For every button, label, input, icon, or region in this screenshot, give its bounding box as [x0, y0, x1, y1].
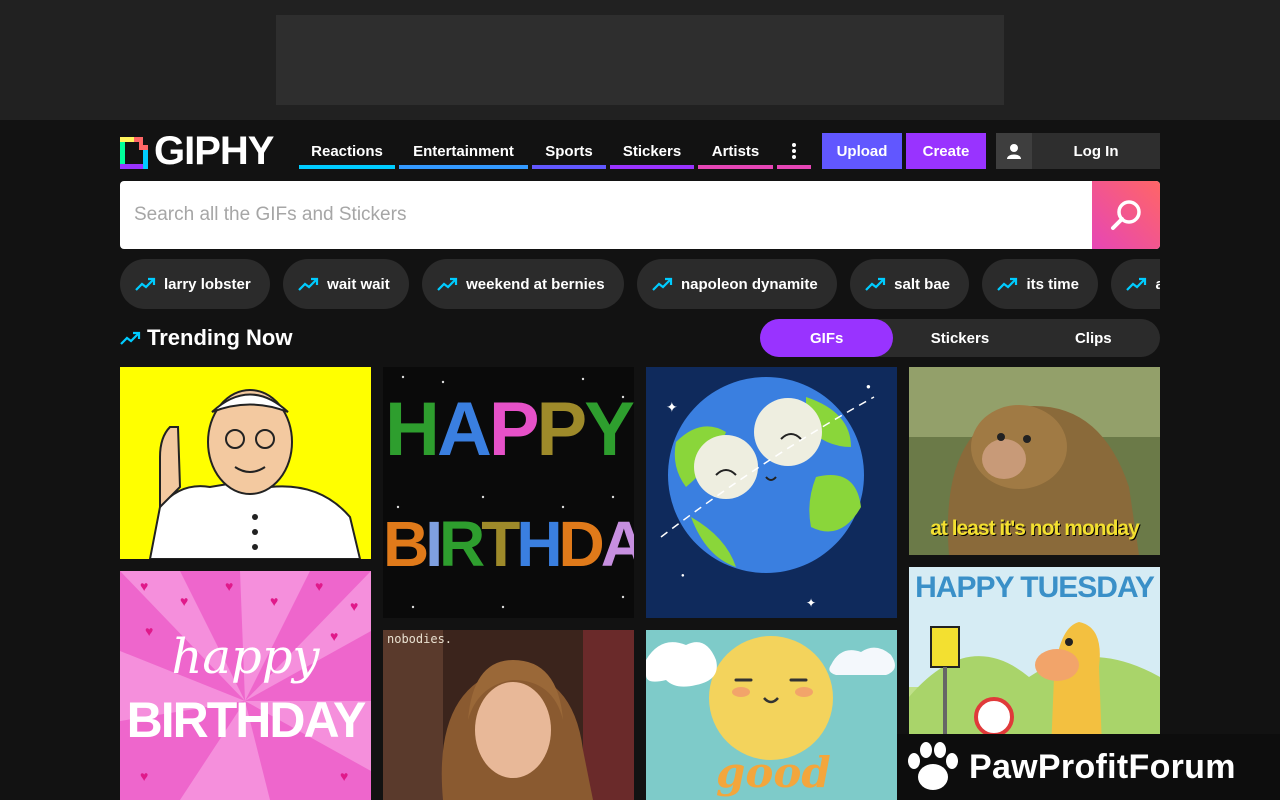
search-button[interactable]: [1092, 181, 1160, 249]
nav-item-sports[interactable]: Sports: [532, 133, 606, 169]
trending-icon: [1126, 277, 1147, 291]
trending-chip[interactable]: wait wait: [283, 259, 409, 309]
chip-label: weekend at bernies: [466, 275, 605, 293]
create-button[interactable]: Create: [906, 133, 986, 169]
birthday-bottom-text: BIRTHDAY: [383, 508, 634, 580]
nav-underline: [610, 165, 694, 169]
monkey-caption: at least it's not monday: [930, 517, 1140, 540]
search-input[interactable]: [120, 181, 1092, 249]
nav-label: Reactions: [311, 142, 383, 160]
nav-label: Sports: [545, 142, 593, 160]
login-label: Log In: [1073, 142, 1119, 160]
watermark-text: PawProfitForum: [969, 747, 1236, 786]
nobodies-label: nobodies.: [387, 632, 453, 646]
birthday-top-text: HAPPY: [385, 387, 634, 472]
main-nav: Reactions Entertainment Sports Stickers …: [299, 133, 811, 169]
logo-text: GIPHY: [154, 129, 274, 173]
svg-text:♥: ♥: [180, 593, 188, 609]
svg-text:●: ●: [866, 382, 871, 391]
trending-icon: [437, 277, 458, 291]
tuesday-caption: HAPPY TUESDAY: [915, 571, 1155, 604]
nav-more-button[interactable]: [777, 133, 811, 169]
user-icon: [996, 133, 1032, 169]
giphy-logo-mark: [120, 133, 148, 169]
gif-tile-pope[interactable]: [120, 367, 371, 559]
good-text: good: [716, 748, 831, 797]
nav-item-stickers[interactable]: Stickers: [610, 133, 694, 169]
chip-label: actually: [1155, 275, 1160, 293]
trending-icon: [652, 277, 673, 291]
nav-label: Stickers: [622, 142, 682, 160]
trending-icon: [997, 277, 1018, 291]
svg-text:✦: ✦: [666, 399, 678, 415]
nav-underline: [698, 165, 773, 169]
chip-label: wait wait: [327, 275, 390, 293]
pink-block-text: BIRTHDAY: [126, 692, 367, 748]
tab-clips[interactable]: Clips: [1027, 319, 1160, 357]
gif-tile-monkey[interactable]: at least it's not monday: [909, 367, 1160, 555]
header: GIPHY Reactions Entertainment Sports Sti…: [120, 129, 1160, 173]
pink-birthday-background: ♥♥♥ ♥♥♥ ♥ ♥♥ ♥: [120, 571, 371, 800]
ad-slot[interactable]: [276, 15, 1004, 105]
trending-icon: [298, 277, 319, 291]
nav-label: Artists: [711, 142, 760, 160]
trending-chip[interactable]: weekend at bernies: [422, 259, 624, 309]
gif-tile-earth[interactable]: ✦ ● ✦ ●: [646, 367, 897, 618]
trending-chip[interactable]: larry lobster: [120, 259, 270, 309]
trending-icon: [865, 277, 886, 291]
nav-item-entertainment[interactable]: Entertainment: [399, 133, 528, 169]
trending-icon: [135, 277, 156, 291]
svg-text:♥: ♥: [225, 578, 233, 594]
pink-script-text: happy: [171, 629, 320, 685]
trending-chip[interactable]: its time: [982, 259, 1098, 309]
content-type-toggle: GIFs Stickers Clips: [760, 319, 1160, 357]
svg-text:✦: ✦: [806, 596, 816, 610]
trending-icon: [120, 331, 141, 345]
more-vertical-icon: [792, 143, 796, 159]
svg-text:●: ●: [681, 573, 685, 579]
nav-underline: [777, 165, 811, 169]
search-icon: [1111, 200, 1141, 230]
login-button[interactable]: Log In: [996, 133, 1160, 169]
search-bar: [120, 181, 1160, 249]
nav-label: Entertainment: [413, 142, 514, 160]
gif-tile-happy-birthday-letters[interactable]: HAPPY BIRTHDAY: [383, 367, 634, 618]
giphy-logo[interactable]: GIPHY: [120, 129, 274, 173]
trending-searches: larry lobster wait wait weekend at berni…: [120, 259, 1160, 309]
nav-underline: [399, 165, 528, 169]
tab-stickers[interactable]: Stickers: [893, 319, 1026, 357]
gif-tile-good-morning[interactable]: good: [646, 630, 897, 800]
nav-item-artists[interactable]: Artists: [698, 133, 773, 169]
nav-item-reactions[interactable]: Reactions: [299, 133, 395, 169]
section-title: Trending Now: [120, 323, 292, 353]
nav-underline: [532, 165, 606, 169]
svg-text:♥: ♥: [350, 598, 358, 614]
tab-gifs[interactable]: GIFs: [760, 319, 894, 357]
gif-tile-nobodies[interactable]: nobodies.: [383, 630, 634, 800]
nobodies-scene: [383, 630, 634, 800]
paw-icon: [897, 734, 969, 800]
trending-chip[interactable]: actually: [1111, 259, 1160, 309]
svg-text:♥: ♥: [340, 768, 348, 784]
watermark-overlay: PawProfitForum: [897, 734, 1280, 800]
svg-text:♥: ♥: [140, 768, 148, 784]
chip-label: napoleon dynamite: [681, 275, 818, 293]
chip-label: salt bae: [894, 275, 951, 293]
trending-chip[interactable]: napoleon dynamite: [637, 259, 837, 309]
svg-text:♥: ♥: [140, 578, 148, 594]
upload-button[interactable]: Upload: [822, 133, 902, 169]
nav-underline: [299, 165, 395, 169]
earth-illustration: ✦ ● ✦ ●: [646, 367, 897, 618]
svg-text:♥: ♥: [315, 578, 323, 594]
pope-illustration: [120, 367, 371, 559]
trending-chip[interactable]: salt bae: [850, 259, 970, 309]
chip-label: larry lobster: [164, 275, 251, 293]
chip-label: its time: [1026, 275, 1079, 293]
gif-tile-happy-birthday-pink[interactable]: ♥ ♥ ♥ ♥ ♥ ♥ ♥ ♥ ♥ ♥ happy BIRTHDAY: [120, 571, 371, 800]
ad-banner: [0, 0, 1280, 120]
section-title-text: Trending Now: [147, 325, 293, 350]
svg-text:♥: ♥: [270, 593, 278, 609]
